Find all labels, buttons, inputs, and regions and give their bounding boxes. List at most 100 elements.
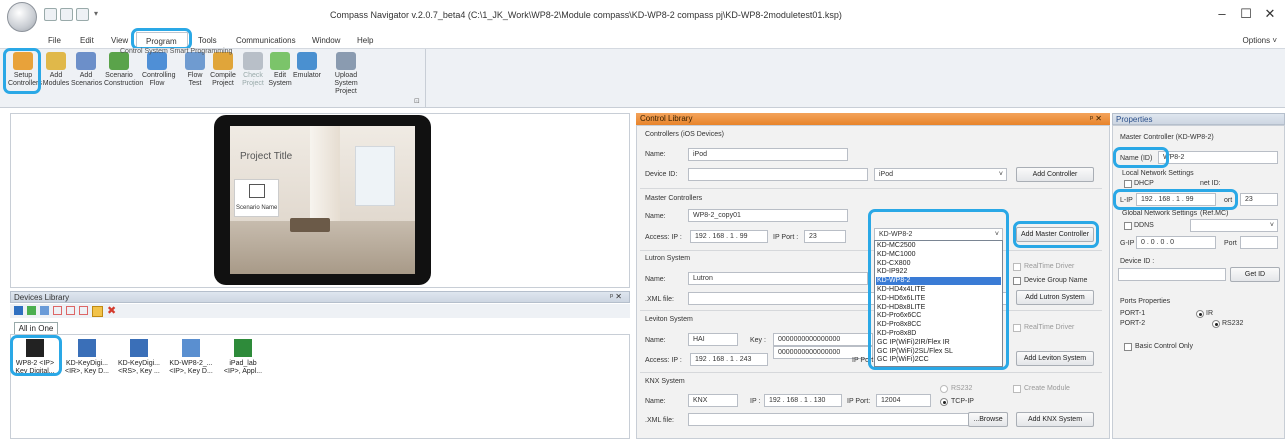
device-check-icon[interactable] [27,306,36,315]
device-folder-icon[interactable] [92,306,103,317]
minimize-button[interactable]: – [1212,6,1232,21]
new-icon[interactable] [44,8,57,21]
lutron-group-checkbox[interactable] [1013,277,1021,285]
add-lutron-button[interactable]: Add Lutron System [1016,290,1094,305]
controller-name-input[interactable]: iPod [688,148,848,161]
dropdown-option[interactable]: GC IP(WiFi)2IR/Flex IR [876,339,1001,347]
dropdown-option[interactable]: KD-IP922 [876,268,1001,276]
knx-name-input[interactable]: KNX [688,394,738,407]
ribbon-button-7[interactable]: Check Project [238,52,268,88]
controller-device-id-input[interactable] [688,168,868,181]
tab-help[interactable]: Help [357,36,373,45]
tab-tools[interactable]: Tools [198,36,217,45]
app-orb-button[interactable] [7,2,37,32]
device-id-input[interactable] [1118,268,1226,281]
knx-create-module-checkbox[interactable] [1013,385,1021,393]
master-ip-input[interactable]: 192 . 168 . 1 . 99 [690,230,768,243]
ribbon-button-5[interactable]: Flow Test [180,52,210,88]
control-library-pin-close[interactable]: ᵖ ✕ [1090,114,1102,123]
device-item[interactable]: WP8-2 <IP> Key Digital... [12,339,58,376]
device-copy-icon[interactable] [53,306,62,315]
basic-control-label: Basic Control Only [1135,343,1193,350]
basic-control-checkbox[interactable] [1124,343,1132,351]
ribbon-button-2[interactable]: Add Scenarios [71,52,102,88]
tab-file[interactable]: File [48,36,61,45]
ribbon-button-0[interactable]: Setup Controllers [8,52,42,88]
close-button[interactable]: ✕ [1260,6,1280,22]
dropdown-option[interactable]: GC IP(WiFi)2CC [876,356,1001,364]
leviton-key1-input[interactable]: 0000000000000000 [773,333,873,346]
options-menu[interactable]: Options ˅ [1243,36,1277,45]
dropdown-option[interactable]: KD-HD6x6LITE [876,295,1001,303]
dropdown-option[interactable]: GC IP(WiFi)2SL/Flex SL [876,348,1001,356]
device-item[interactable]: KD-WP8-2_... <IP>, Key D... [168,339,214,376]
dropdown-option[interactable]: KD-Pro6x6CC [876,312,1001,320]
add-knx-button[interactable]: Add KNX System [1016,412,1094,427]
devices-library-pin-close[interactable]: ᵖ ✕ [610,292,622,301]
knx-ip-input[interactable]: 192 . 168 . 1 . 130 [764,394,842,407]
dropdown-option[interactable]: KD-HD8x8LITE [876,304,1001,312]
gip-input[interactable]: 0 . 0 . 0 . 0 [1136,236,1216,249]
ddns-select[interactable]: ˅ [1190,219,1278,232]
ddns-checkbox[interactable] [1124,222,1132,230]
device-item[interactable]: KD-KeyDigi... <IR>, Key D... [64,339,110,376]
leviton-realtime-checkbox[interactable] [1013,324,1021,332]
knx-browse-button[interactable]: ...Browse [968,412,1008,427]
dropdown-option[interactable]: KD-Pro8x8D [876,330,1001,338]
dropdown-option[interactable]: KD-WP8-2 [876,277,1001,286]
dropdown-option[interactable]: KD-MC1000 [876,251,1001,259]
prop-name-input[interactable]: WP8-2 [1158,151,1278,164]
save-icon[interactable] [60,8,73,21]
tab-view[interactable]: View [111,36,128,45]
dhcp-checkbox[interactable] [1124,180,1132,188]
tab-edit[interactable]: Edit [80,36,94,45]
leviton-ip-input[interactable]: 192 . 168 . 1 . 243 [690,353,768,366]
device-item[interactable]: KD-KeyDigi... <RS>, Key ... [116,339,162,376]
lport-input[interactable]: 23 [1240,193,1278,206]
add-controller-button[interactable]: Add Controller [1016,167,1094,182]
ribbon-button-6[interactable]: Compile Project [208,52,238,88]
knx-xml-input[interactable] [688,413,1008,426]
ribbon-button-9[interactable]: Emulator [292,52,322,80]
ribbon-button-8[interactable]: Edit System [265,52,295,88]
knx-rs232-radio[interactable] [940,385,948,393]
maximize-button[interactable]: ☐ [1236,6,1256,22]
open-icon[interactable] [76,8,89,21]
tab-window[interactable]: Window [312,36,340,45]
group-launcher-icon[interactable]: ⊡ [414,97,420,105]
dropdown-option[interactable]: KD-CX800 [876,260,1001,268]
device-item[interactable]: iPad_lab <IP>, Appl... [220,339,266,376]
ribbon-button-10[interactable]: Upload System Project [326,52,366,96]
lutron-realtime-checkbox[interactable] [1013,263,1021,271]
qat-dropdown-icon[interactable]: ▾ [94,9,98,18]
get-id-button[interactable]: Get ID [1230,267,1280,282]
lutron-name-input[interactable]: Lutron [688,272,868,285]
device-export-icon[interactable] [79,306,88,315]
dropdown-option[interactable]: KD-Pro8x8CC [876,321,1001,329]
controller-type-select[interactable]: iPod ˅ [874,168,1007,181]
knx-tcpip-radio[interactable] [940,398,948,406]
scenario-tile[interactable] [234,179,279,217]
dropdown-option[interactable]: KD-HD4x4LITE [876,286,1001,294]
tab-all-in-one[interactable]: All in One [14,322,58,334]
device-edit-icon[interactable] [40,306,49,315]
tab-program[interactable]: Program [146,37,177,46]
ribbon-button-3[interactable]: Scenario Construction [104,52,143,88]
device-delete-icon[interactable]: ✖ [107,304,116,317]
port2-rs232-radio[interactable] [1212,320,1220,328]
dropdown-option[interactable]: KD-MC2500 [876,242,1001,250]
port1-ir-radio[interactable] [1196,310,1204,318]
knx-port-input[interactable]: 12004 [876,394,931,407]
ribbon-button-1[interactable]: Add Modules [41,52,71,88]
lip-input[interactable]: 192 . 168 . 1 . 99 [1136,193,1216,206]
add-leviton-button[interactable]: Add Leviton System [1016,351,1094,366]
gport-input[interactable] [1240,236,1278,249]
leviton-name-input[interactable]: HAI [688,333,738,346]
tab-communications[interactable]: Communications [236,36,296,45]
master-port-input[interactable]: 23 [804,230,846,243]
ribbon-button-4[interactable]: Controlling Flow [142,52,175,88]
master-name-input[interactable]: WP8-2_copy01 [688,209,848,222]
device-add-icon[interactable] [14,306,23,315]
device-paste-icon[interactable] [66,306,75,315]
add-master-controller-button[interactable]: Add Master Controller [1016,227,1094,242]
